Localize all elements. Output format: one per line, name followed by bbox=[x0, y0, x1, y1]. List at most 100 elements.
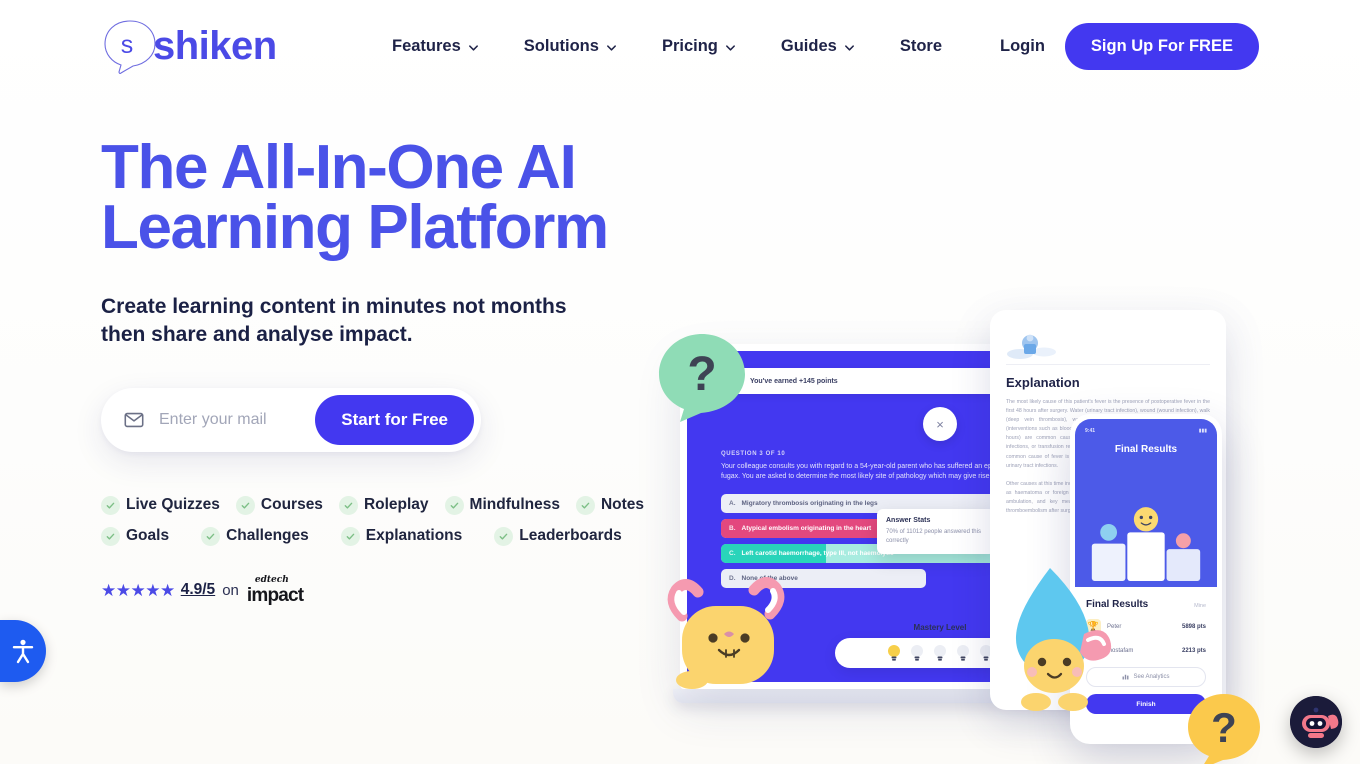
feature-item-goals: Goals bbox=[101, 526, 170, 546]
answer-key: B. bbox=[729, 525, 736, 533]
feature-item-leaderboards: Leaderboards bbox=[494, 526, 622, 546]
feature-label: Leaderboards bbox=[519, 527, 622, 545]
check-icon bbox=[101, 495, 120, 515]
analytics-label: See Analytics bbox=[1133, 674, 1170, 680]
phone-header-title: Final Results bbox=[1114, 444, 1178, 455]
main-navigation: Features Solutions Pricing Guides Store bbox=[392, 37, 942, 56]
hero-subtitle: Create learning content in minutes not m… bbox=[101, 295, 567, 347]
star-rating-icon: ★★★★★ bbox=[101, 580, 175, 600]
chevron-down-icon bbox=[844, 42, 855, 53]
email-input[interactable] bbox=[159, 410, 316, 429]
player-points: 5898 pts bbox=[1181, 623, 1206, 630]
brand-bubble-letter: s bbox=[121, 31, 134, 59]
answer-key: C. bbox=[729, 550, 736, 558]
feature-item-challenges: Challenges bbox=[201, 526, 309, 546]
yellow-monster-mascot-icon bbox=[656, 562, 801, 707]
edtech-impact-logo[interactable]: edtech impact bbox=[246, 574, 304, 606]
signup-button[interactable]: Sign Up For FREE bbox=[1064, 22, 1259, 70]
rating-row: ★★★★★ 4.9/5 on edtech impact bbox=[101, 574, 661, 606]
svg-text:?: ? bbox=[687, 348, 716, 401]
nav-label: Features bbox=[392, 36, 461, 55]
nav-label: Solutions bbox=[523, 36, 599, 55]
modal-close-icon[interactable]: × bbox=[923, 407, 957, 441]
divider bbox=[1006, 364, 1210, 365]
explanation-illustration-icon bbox=[1006, 328, 1210, 364]
nav-item-features[interactable]: Features bbox=[392, 37, 479, 56]
answer-text: Migratory thrombosis originating in the … bbox=[741, 500, 878, 508]
header-actions: Login Sign Up For FREE bbox=[992, 22, 1259, 70]
results-link[interactable]: Mine bbox=[1194, 603, 1206, 609]
check-icon bbox=[101, 526, 120, 546]
nav-item-guides[interactable]: Guides bbox=[781, 37, 855, 56]
nav-item-solutions[interactable]: Solutions bbox=[524, 37, 617, 56]
answer-key: A. bbox=[729, 500, 736, 508]
feature-label: Courses bbox=[260, 496, 323, 514]
check-icon bbox=[444, 495, 464, 515]
answer-text: Atypical embolism originating in the hea… bbox=[741, 525, 872, 533]
question-bubble-green-icon: ? bbox=[656, 332, 748, 424]
page-title: The All-In-One AI Learning Platform bbox=[101, 133, 609, 262]
accessibility-person-icon bbox=[10, 638, 36, 664]
answer-text: Left carotid haemorrhage, type III, not … bbox=[741, 550, 894, 558]
nav-item-pricing[interactable]: Pricing bbox=[662, 37, 736, 56]
chevron-down-icon bbox=[606, 42, 617, 53]
check-icon bbox=[201, 526, 221, 546]
status-indicators: ▮▮▮ bbox=[1198, 428, 1207, 434]
hero-copy: The All-In-One AI Learning Platform Crea… bbox=[101, 92, 661, 764]
feature-label: Goals bbox=[126, 527, 170, 545]
lightbulb-icon-empty bbox=[956, 644, 970, 662]
feature-row-1: Live Quizzes Courses Roleplay Mindfulnes… bbox=[101, 495, 661, 515]
chevron-down-icon bbox=[468, 42, 479, 53]
toast-message: You've earned +145 points bbox=[750, 377, 838, 385]
feature-label: Live Quizzes bbox=[126, 496, 220, 514]
feature-row-2: Goals Challenges Explanations Leaderboar… bbox=[101, 526, 661, 546]
email-signup-form: Start for Free bbox=[101, 387, 481, 452]
check-icon bbox=[338, 495, 358, 515]
feature-label: Challenges bbox=[226, 527, 309, 545]
feature-item-notes: Notes bbox=[575, 495, 645, 515]
edtech-wordmark: edtech bbox=[254, 574, 289, 585]
feature-item-roleplay: Roleplay bbox=[338, 495, 429, 515]
feature-label: Notes bbox=[600, 496, 645, 514]
chevron-down-icon bbox=[725, 42, 736, 53]
hero-section: The All-In-One AI Learning Platform Crea… bbox=[0, 92, 1360, 764]
feature-label: Explanations bbox=[365, 527, 463, 545]
phone-status-bar: 9:41 ▮▮▮ bbox=[1075, 428, 1217, 434]
site-header: s shiken Features Solutions Pricing Guid… bbox=[0, 0, 1360, 92]
blue-flame-mascot-icon bbox=[988, 562, 1123, 712]
speech-bubble-icon: s bbox=[101, 17, 159, 75]
check-icon bbox=[340, 526, 360, 546]
question-bubble-yellow-icon: ? bbox=[1185, 692, 1263, 764]
lightbulb-icon-filled bbox=[887, 644, 901, 662]
lightbulb-icon-empty bbox=[910, 644, 924, 662]
feature-item-mindfulness: Mindfulness bbox=[444, 495, 560, 515]
nav-label: Guides bbox=[780, 36, 837, 55]
check-icon bbox=[494, 526, 514, 546]
bar-chart-icon bbox=[1122, 673, 1129, 682]
feature-item-explanations: Explanations bbox=[340, 526, 463, 546]
svg-text:?: ? bbox=[1211, 704, 1237, 751]
feature-list: Live Quizzes Courses Roleplay Mindfulnes… bbox=[101, 495, 661, 546]
brand-logo[interactable]: s shiken bbox=[101, 17, 277, 75]
hero-illustration: ? You've earned +145 points × QUESTION 3… bbox=[640, 242, 1300, 764]
feature-item-courses: Courses bbox=[235, 495, 323, 515]
login-link[interactable]: Login bbox=[992, 31, 1053, 62]
check-icon bbox=[235, 495, 255, 515]
nav-label: Store bbox=[899, 36, 943, 55]
rating-score[interactable]: 4.9/5 bbox=[181, 581, 215, 599]
impact-wordmark: impact bbox=[246, 584, 304, 606]
feature-item-live-quizzes: Live Quizzes bbox=[101, 495, 220, 515]
brand-name: shiken bbox=[153, 24, 277, 68]
stats-title: Answer Stats bbox=[886, 517, 931, 524]
chat-widget-button[interactable] bbox=[1290, 696, 1342, 748]
nav-label: Pricing bbox=[661, 36, 718, 55]
status-time: 9:41 bbox=[1085, 428, 1096, 434]
feature-label: Roleplay bbox=[363, 496, 429, 514]
stats-body: 70% of 11012 people answered this correc… bbox=[886, 529, 981, 544]
player-points: 2213 pts bbox=[1181, 647, 1206, 654]
check-icon bbox=[575, 495, 595, 515]
start-for-free-button[interactable]: Start for Free bbox=[315, 394, 474, 445]
rating-on-text: on bbox=[222, 581, 239, 599]
nav-item-store[interactable]: Store bbox=[900, 37, 942, 56]
lightbulb-icon-empty bbox=[933, 644, 947, 662]
